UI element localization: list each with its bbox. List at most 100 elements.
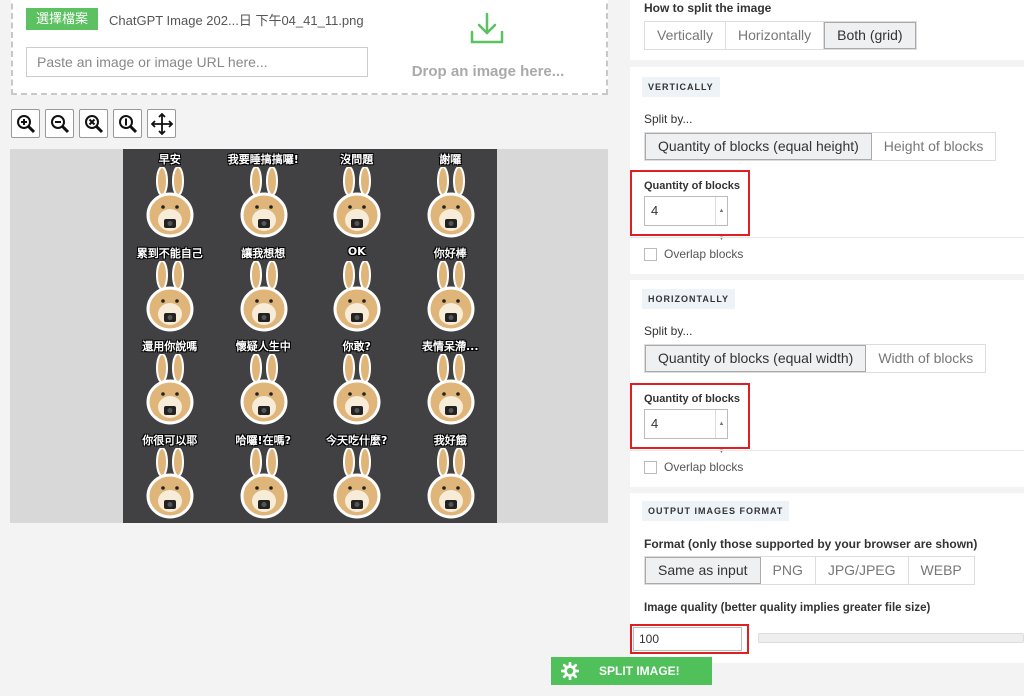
vertically-option-height[interactable]: Height of blocks xyxy=(871,133,996,160)
horizontally-overlap-checkbox[interactable] xyxy=(644,460,657,474)
bunny-illustration xyxy=(240,260,287,331)
sticker-cell: 我好餓 xyxy=(404,430,498,524)
image-url-input[interactable]: Paste an image or image URL here... xyxy=(26,47,368,77)
zoom-in-button[interactable] xyxy=(11,109,40,138)
sticker-label: 懷疑人生中 xyxy=(235,340,291,353)
gear-icon xyxy=(561,662,579,680)
sticker-label: 你敢? xyxy=(342,340,371,353)
sticker-label: 我好餓 xyxy=(433,433,467,447)
sticker-label: 表情呆滯... xyxy=(421,340,479,353)
sticker-label: 謝囉 xyxy=(439,153,462,166)
format-selector: Same as input PNG JPG/JPEG WEBP xyxy=(644,556,975,585)
format-webp[interactable]: WEBP xyxy=(908,557,974,584)
bunny-illustration xyxy=(427,447,474,518)
sticker-cell: 我要睡搞搞囉! xyxy=(217,149,311,243)
sticker-label: 今天吃什麼? xyxy=(326,433,388,447)
zoom-toolbar xyxy=(11,109,176,138)
vertically-quantity-input[interactable]: 4 ▲ ▼ xyxy=(644,196,728,242)
drop-text: Drop an image here... xyxy=(411,63,565,80)
sticker-cell: 今天吃什麼? xyxy=(310,430,404,524)
bunny-illustration xyxy=(427,167,474,238)
quality-input-box: 100 xyxy=(630,624,749,654)
zoom-out-button[interactable] xyxy=(45,109,74,138)
bunny-illustration xyxy=(240,354,287,425)
vertically-split-by-selector: Quantity of blocks (equal height) Height… xyxy=(644,132,997,161)
settings-panel: How to split the image Vertically Horizo… xyxy=(628,0,1024,696)
sticker-cell: 你很可以耶 xyxy=(123,430,217,524)
sticker-label: 還用你說嗎 xyxy=(142,340,198,353)
divider xyxy=(630,450,1024,451)
quality-input[interactable]: 100 xyxy=(633,627,742,651)
mode-vertically[interactable]: Vertically xyxy=(645,22,727,49)
sticker-cell: 你好棒 xyxy=(404,243,498,337)
vertically-option-quantity[interactable]: Quantity of blocks (equal height) xyxy=(645,133,872,160)
drop-zone[interactable]: Drop an image here... xyxy=(393,4,593,84)
horizontally-option-quantity[interactable]: Quantity of blocks (equal width) xyxy=(645,345,867,372)
choose-file-button[interactable]: 選擇檔案 xyxy=(26,8,98,30)
bunny-illustration xyxy=(427,260,474,331)
spinner-up-icon: ▲ xyxy=(718,421,725,427)
sticker-cell: 哈囉!在嗎? xyxy=(217,430,311,524)
vertically-section: VERTICALLY Split by... Quantity of block… xyxy=(630,67,1024,274)
horizontally-quantity-value: 4 xyxy=(651,416,659,431)
sticker-cell: 沒問題 xyxy=(310,149,404,243)
sticker-label: 你好棒 xyxy=(433,246,467,260)
vertically-overlap-row[interactable]: Overlap blocks xyxy=(644,247,743,261)
sticker-label: 沒問題 xyxy=(340,153,374,166)
horizontally-option-width[interactable]: Width of blocks xyxy=(866,345,986,372)
vertically-overlap-checkbox[interactable] xyxy=(644,247,657,261)
selected-file-name: ChatGPT Image 202...日 下午04_41_11.png xyxy=(109,13,364,28)
zoom-fit-button[interactable] xyxy=(113,109,142,138)
sticker-label: 你很可以耶 xyxy=(142,433,198,447)
horizontally-split-by-selector: Quantity of blocks (equal width) Width o… xyxy=(644,344,987,373)
sticker-label: OK xyxy=(347,244,366,258)
move-icon xyxy=(150,112,173,135)
format-same-as-input[interactable]: Same as input xyxy=(645,557,761,584)
move-button[interactable] xyxy=(147,109,176,138)
bunny-illustration xyxy=(333,167,381,238)
mode-both-grid[interactable]: Both (grid) xyxy=(824,22,916,49)
sticker-label: 哈囉!在嗎? xyxy=(235,433,291,447)
split-image-label: SPLIT IMAGE! xyxy=(599,664,680,678)
bunny-illustration xyxy=(146,447,194,518)
output-title: OUTPUT IMAGES FORMAT xyxy=(642,501,790,521)
sticker-cell: 早安 xyxy=(123,149,217,243)
sticker-label: 讓我想想 xyxy=(241,246,286,260)
split-image-button[interactable]: SPLIT IMAGE! xyxy=(551,657,712,685)
sticker-image: 早安 我要睡搞搞囉! 沒問題 謝囉 累到不能自己 讓我想想 OK 你好棒 還用你說嗎 懷疑人生中你… xyxy=(123,149,497,523)
spinner-up-icon: ▲ xyxy=(718,208,725,214)
sticker-cell: 謝囉 xyxy=(404,149,498,243)
image-preview-area: 早安 我要睡搞搞囉! 沒問題 謝囉 累到不能自己 讓我想想 OK 你好棒 還用你說嗎 懷疑人生中你… xyxy=(10,149,608,523)
sticker-label: 我要睡搞搞囉! xyxy=(227,153,299,166)
horizontally-overlap-row[interactable]: Overlap blocks xyxy=(644,460,743,474)
sticker-cell: 懷疑人生中 xyxy=(217,336,311,430)
zoom-out-icon xyxy=(50,114,69,133)
vertically-split-by-label: Split by... xyxy=(644,112,693,126)
horizontally-split-by-label: Split by... xyxy=(644,324,693,338)
bunny-illustration xyxy=(333,447,381,518)
vertically-quantity-spinner[interactable]: ▲ ▼ xyxy=(715,197,727,242)
mode-horizontally[interactable]: Horizontally xyxy=(726,22,825,49)
format-jpg[interactable]: JPG/JPEG xyxy=(815,557,909,584)
bunny-illustration xyxy=(333,260,381,331)
bunny-illustration xyxy=(240,447,287,518)
upload-card: 選擇檔案 ChatGPT Image 202...日 下午04_41_11.pn… xyxy=(11,0,608,95)
vertically-quantity-box: Quantity of blocks 4 ▲ ▼ xyxy=(630,170,750,242)
split-mode-selector: Vertically Horizontally Both (grid) xyxy=(644,21,917,50)
horizontally-quantity-spinner[interactable]: ▲ ▼ xyxy=(715,410,727,455)
sticker-cell: 表情呆滯... xyxy=(404,336,498,430)
sticker-cell: OK xyxy=(310,243,404,337)
sticker-cell: 你敢? xyxy=(310,336,404,430)
zoom-reset-icon xyxy=(84,114,103,133)
horizontally-quantity-input[interactable]: 4 ▲ ▼ xyxy=(644,409,728,455)
divider xyxy=(630,237,1024,238)
split-mode-section: How to split the image Vertically Horizo… xyxy=(630,0,1024,60)
horizontally-overlap-label: Overlap blocks xyxy=(664,460,744,474)
horizontally-quantity-label: Quantity of blocks xyxy=(644,393,740,405)
bunny-illustration xyxy=(240,167,287,238)
zoom-in-icon xyxy=(16,114,35,133)
quality-slider[interactable] xyxy=(758,633,1024,643)
zoom-reset-button[interactable] xyxy=(79,109,108,138)
bunny-illustration xyxy=(146,260,194,331)
format-png[interactable]: PNG xyxy=(760,557,816,584)
